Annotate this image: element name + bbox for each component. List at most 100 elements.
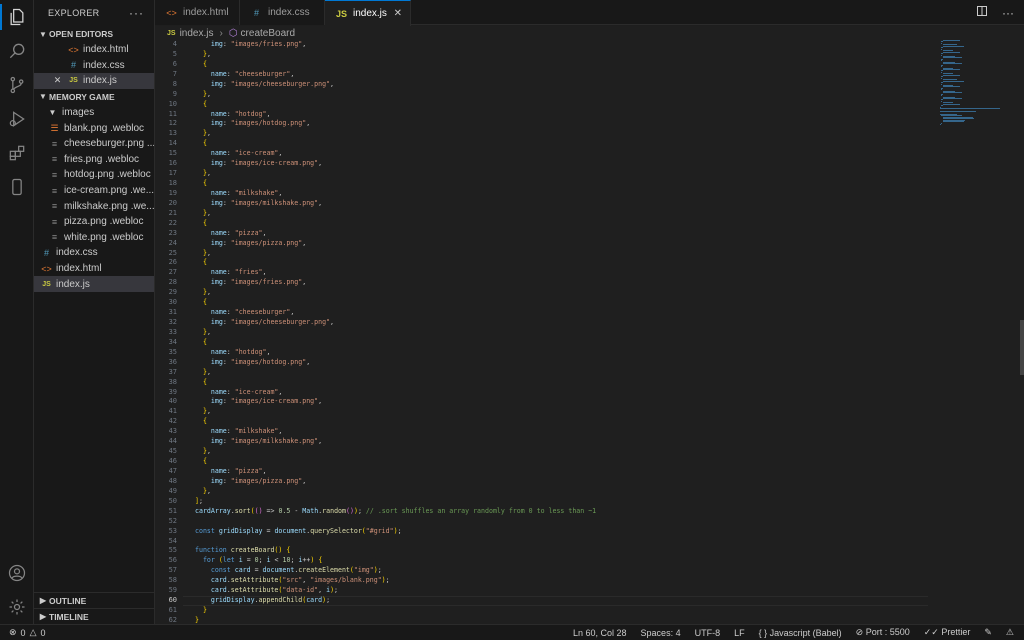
code-line[interactable]: ]; <box>195 497 203 507</box>
minimap[interactable] <box>940 40 1010 140</box>
warning-icon[interactable]: △ <box>30 627 37 638</box>
code-line[interactable]: { <box>195 60 207 70</box>
code-line[interactable]: img: "images/hotdog.png", <box>195 358 310 368</box>
code-line[interactable]: }, <box>195 209 211 219</box>
extensions-icon[interactable] <box>0 136 34 170</box>
code-line[interactable]: }, <box>195 129 211 139</box>
code-line[interactable]: img: "images/ice-cream.png", <box>195 159 322 169</box>
file-item[interactable]: ≡ cheeseburger.png .... <box>34 136 154 152</box>
code-line[interactable]: }, <box>195 328 211 338</box>
code-line[interactable]: }, <box>195 90 211 100</box>
file-item[interactable]: <> index.html <box>34 261 154 277</box>
code-line[interactable]: img: "images/milkshake.png", <box>195 199 322 209</box>
code-line[interactable]: name: "hotdog", <box>195 348 271 358</box>
code-line[interactable]: img: "images/hotdog.png", <box>195 119 310 129</box>
code-line[interactable]: name: "hotdog", <box>195 110 271 120</box>
code-line[interactable]: }, <box>195 407 211 417</box>
file-item[interactable]: ≡ milkshake.png .we... <box>34 198 154 214</box>
encoding[interactable]: UTF-8 <box>695 628 721 638</box>
code-line[interactable]: }, <box>195 249 211 259</box>
code-line[interactable]: name: "cheeseburger", <box>195 70 294 80</box>
file-item[interactable]: ≡ ice-cream.png .we... <box>34 183 154 199</box>
code-line[interactable]: img: "images/pizza.png", <box>195 239 306 249</box>
feedback-icon[interactable]: ✎ <box>984 627 992 638</box>
more-actions-icon[interactable]: ··· <box>129 6 144 20</box>
code-line[interactable]: const gridDisplay = document.querySelect… <box>195 527 402 537</box>
code-line[interactable]: { <box>195 338 207 348</box>
code-line[interactable]: for (let i = 0; i < 10; i++) { <box>195 556 322 566</box>
code-line[interactable]: { <box>195 179 207 189</box>
breadcrumb-symbol[interactable]: createBoard <box>241 28 295 39</box>
file-item[interactable]: ≡ fries.png .webloc <box>34 152 154 168</box>
code-line[interactable]: name: "ice-cream", <box>195 388 283 398</box>
tab-index-js[interactable]: JS index.js ✕ <box>325 0 411 26</box>
file-item[interactable]: ≡ pizza.png .webloc <box>34 214 154 230</box>
code-line[interactable]: gridDisplay.appendChild(card); <box>195 596 330 606</box>
code-line[interactable]: name: "milkshake", <box>195 189 283 199</box>
code-line[interactable]: }, <box>195 50 211 60</box>
code-line[interactable]: { <box>195 100 207 110</box>
prettier-status[interactable]: ✓✓ Prettier <box>924 627 971 638</box>
code-line[interactable]: name: "fries", <box>195 268 267 278</box>
code-line[interactable]: { <box>195 258 207 268</box>
code-line[interactable]: }, <box>195 169 211 179</box>
close-icon[interactable]: ✕ <box>394 8 402 19</box>
code-line[interactable]: { <box>195 139 207 149</box>
run-debug-icon[interactable] <box>0 102 34 136</box>
file-item[interactable]: ≡ white.png .webloc <box>34 230 154 246</box>
code-line[interactable]: }, <box>195 447 211 457</box>
code-line[interactable]: img: "images/fries.png", <box>195 40 306 50</box>
code-line[interactable]: }, <box>195 487 211 497</box>
remote-device-icon[interactable] <box>0 170 34 204</box>
code-line[interactable]: name: "ice-cream", <box>195 149 283 159</box>
outline-section[interactable]: ▶ OUTLINE <box>34 592 154 608</box>
tab-index-css[interactable]: # index.css <box>240 0 325 25</box>
code-line[interactable]: img: "images/ice-cream.png", <box>195 397 322 407</box>
code-line[interactable]: name: "milkshake", <box>195 427 283 437</box>
file-item[interactable]: # index.css <box>34 245 154 261</box>
code-line[interactable]: { <box>195 417 207 427</box>
code-line[interactable]: { <box>195 457 207 467</box>
code-editor[interactable]: 4 5 6 7 8 9 10 11 12 13 14 15 16 17 18 19 20 21 22 23 24 25 26… <box>155 40 1024 624</box>
timeline-section[interactable]: ▶ TIMELINE <box>34 608 154 624</box>
code-line[interactable]: { <box>195 378 207 388</box>
code-line[interactable]: const card = document.createElement("img… <box>195 566 382 576</box>
language-mode[interactable]: { } Javascript (Babel) <box>759 628 842 638</box>
code-line[interactable]: { <box>195 219 207 229</box>
file-item[interactable]: <> index.html <box>34 42 154 58</box>
tab-index-html[interactable]: <> index.html <box>155 0 240 25</box>
code-line[interactable]: img: "images/milkshake.png", <box>195 437 322 447</box>
source-control-icon[interactable] <box>0 68 34 102</box>
breadcrumb-file[interactable]: index.js <box>180 28 214 39</box>
file-item[interactable]: ✕ JS index.js <box>34 73 154 89</box>
account-icon[interactable] <box>0 556 34 590</box>
open-editors-section[interactable]: ▼ OPEN EDITORS <box>34 26 154 42</box>
code-line[interactable]: { <box>195 298 207 308</box>
code-line[interactable]: }, <box>195 288 211 298</box>
code-line[interactable]: card.setAttribute("src", "images/blank.p… <box>195 576 390 586</box>
code-line[interactable]: card.setAttribute("data-id", i); <box>195 586 338 596</box>
code-line[interactable]: img: "images/pizza.png", <box>195 477 306 487</box>
code-line[interactable]: }, <box>195 368 211 378</box>
code-line[interactable]: name: "pizza", <box>195 467 267 477</box>
code-line[interactable]: } <box>195 606 207 616</box>
notifications-bell-icon[interactable]: ⚠ <box>1006 627 1014 638</box>
explorer-icon[interactable] <box>0 0 34 34</box>
code-line[interactable]: cardArray.sort(() => 0.5 - Math.random()… <box>195 507 596 517</box>
close-icon[interactable]: ✕ <box>51 75 64 86</box>
file-item[interactable]: ☰ blank.png .webloc <box>34 120 154 136</box>
more-actions-icon[interactable]: ··· <box>1002 6 1014 20</box>
error-icon[interactable]: ⊗ <box>9 627 17 638</box>
error-count[interactable]: 0 <box>21 628 26 638</box>
file-item[interactable]: ≡ hotdog.png .webloc <box>34 167 154 183</box>
file-item[interactable]: # index.css <box>34 58 154 74</box>
settings-gear-icon[interactable] <box>0 590 34 624</box>
end-of-line[interactable]: LF <box>734 628 745 638</box>
warning-count[interactable]: 0 <box>40 628 45 638</box>
cursor-position[interactable]: Ln 60, Col 28 <box>573 628 627 638</box>
code-line[interactable]: } <box>195 616 199 624</box>
file-item[interactable]: JS index.js <box>34 276 154 292</box>
code-line[interactable]: img: "images/cheeseburger.png", <box>195 318 334 328</box>
images-folder[interactable]: ▼ images <box>34 105 154 121</box>
code-line[interactable]: function createBoard() { <box>195 546 290 556</box>
